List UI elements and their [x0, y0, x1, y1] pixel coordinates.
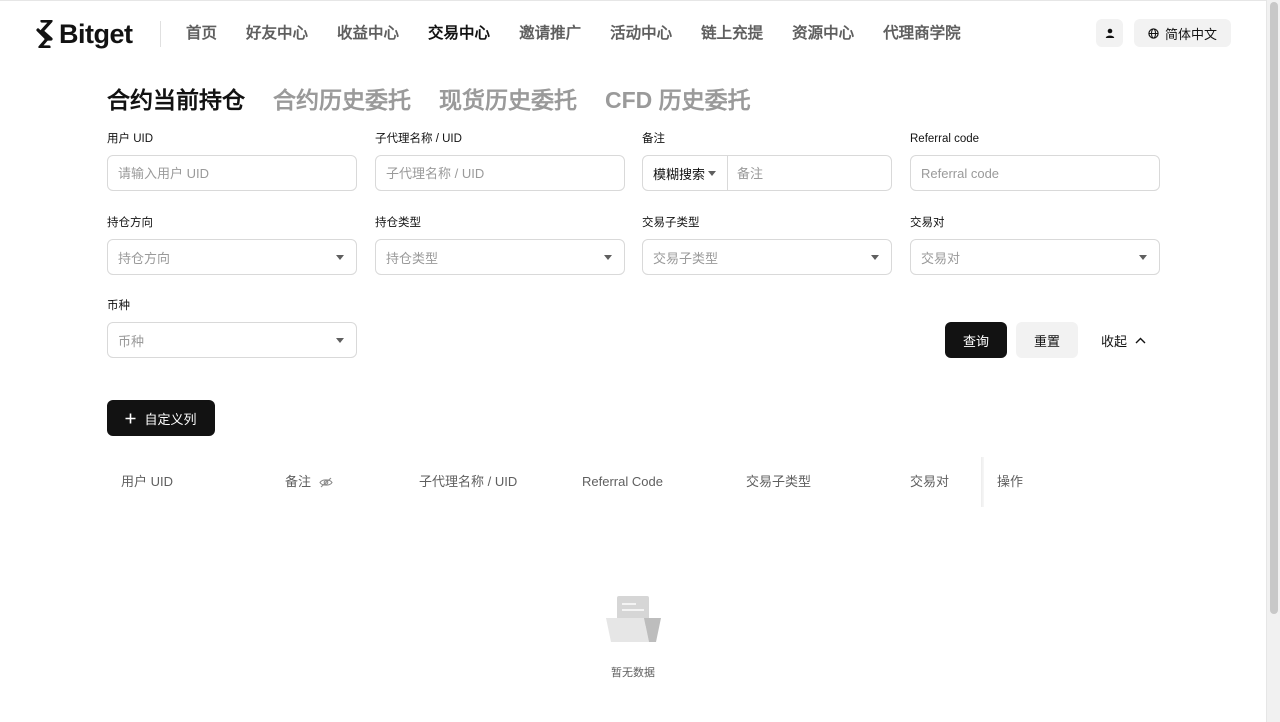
chevron-up-icon [1135, 337, 1146, 343]
plus-icon [125, 413, 136, 423]
position-type-label: 持仓类型 [375, 217, 421, 229]
trade-subtype-filter: 交易子类型 交易子类型 [642, 215, 892, 275]
sub-agent-input[interactable] [386, 165, 624, 181]
nav-item-onchain-deposit-withdraw[interactable]: 链上充提 [701, 21, 763, 47]
referral-code-input[interactable] [921, 165, 1159, 181]
caret-down-icon [871, 255, 879, 260]
user-account-button[interactable] [1096, 19, 1123, 47]
tab-futures-order-history[interactable]: 合约历史委托 [273, 85, 411, 115]
column-header-trade-subtype: 交易子类型 [746, 457, 811, 507]
nav-item-earnings-center[interactable]: 收益中心 [337, 21, 399, 47]
eye-hidden-icon[interactable] [319, 477, 333, 488]
nav-item-trading-center[interactable]: 交易中心 [428, 21, 490, 47]
query-button[interactable]: 查询 [945, 322, 1007, 358]
collapse-filters-button[interactable]: 收起 [1101, 322, 1146, 358]
sticky-column-shadow [981, 457, 984, 507]
nav-item-activity-center[interactable]: 活动中心 [610, 21, 672, 47]
trade-pair-placeholder: 交易对 [921, 250, 961, 266]
nav-item-friends-center[interactable]: 好友中心 [246, 21, 308, 47]
column-header-referral-code: Referral Code [582, 457, 663, 507]
tab-futures-current-positions[interactable]: 合约当前持仓 [107, 85, 245, 115]
currency-select[interactable]: 币种 [107, 322, 357, 358]
trade-pair-filter: 交易对 交易对 [910, 215, 1160, 275]
custom-columns-label: 自定义列 [144, 411, 197, 427]
top-navigation-bar: Bitget 首页 好友中心 收益中心 交易中心 邀请推广 活动中心 链上充提 … [0, 0, 1266, 66]
caret-down-icon [604, 255, 612, 260]
collapse-label: 收起 [1101, 333, 1128, 349]
user-uid-input-box [107, 155, 357, 191]
bitget-logo-icon [36, 20, 53, 48]
user-uid-label: 用户 UID [107, 133, 153, 145]
empty-state-text: 暂无数据 [611, 667, 655, 679]
trade-pair-select[interactable]: 交易对 [910, 239, 1160, 275]
remark-search-mode-value: 模糊搜索 [653, 166, 706, 182]
currency-placeholder: 币种 [118, 333, 145, 349]
column-header-user-uid: 用户 UID [121, 457, 173, 507]
tab-cfd-order-history[interactable]: CFD 历史委托 [605, 85, 751, 115]
position-side-label: 持仓方向 [107, 217, 153, 229]
column-header-label: 操作 [997, 474, 1024, 489]
caret-down-icon [708, 171, 716, 176]
page-scrollbar[interactable] [1266, 0, 1280, 722]
trade-pair-label: 交易对 [910, 217, 945, 229]
position-side-placeholder: 持仓方向 [118, 250, 171, 266]
reset-button[interactable]: 重置 [1016, 322, 1078, 358]
position-side-filter: 持仓方向 持仓方向 [107, 215, 357, 275]
column-header-label: 交易子类型 [746, 474, 812, 489]
sub-agent-filter: 子代理名称 / UID [375, 131, 625, 191]
custom-columns-button[interactable]: 自定义列 [107, 400, 215, 436]
remark-input[interactable] [737, 165, 891, 181]
trade-subtype-label: 交易子类型 [642, 217, 700, 229]
nav-item-agent-academy[interactable]: 代理商学院 [883, 21, 961, 47]
position-type-select[interactable]: 持仓类型 [375, 239, 625, 275]
nav-item-home[interactable]: 首页 [186, 21, 217, 47]
caret-down-icon [336, 338, 344, 343]
empty-data-icon [604, 594, 662, 649]
user-uid-input[interactable] [118, 165, 356, 181]
user-uid-filter: 用户 UID [107, 131, 357, 191]
referral-code-label: Referral code [910, 133, 980, 145]
language-label: 简体中文 [1164, 26, 1217, 42]
position-type-filter: 持仓类型 持仓类型 [375, 215, 625, 275]
bitget-logo[interactable]: Bitget [35, 18, 133, 50]
column-header-label: Referral Code [582, 474, 663, 489]
table-header: 用户 UID 备注 子代理名称 / UID Referral Code 交易子类… [107, 457, 1160, 507]
nav-divider [160, 21, 161, 47]
tab-spot-order-history[interactable]: 现货历史委托 [439, 85, 577, 115]
column-header-label: 交易对 [910, 474, 950, 489]
caret-down-icon [336, 255, 344, 260]
referral-code-input-box [910, 155, 1160, 191]
brand-name: Bitget [59, 18, 133, 49]
currency-label: 币种 [107, 300, 130, 312]
globe-icon [1148, 27, 1159, 39]
nav-item-invite-promotion[interactable]: 邀请推广 [519, 21, 581, 47]
sub-agent-input-box [375, 155, 625, 191]
position-side-select[interactable]: 持仓方向 [107, 239, 357, 275]
remark-search-mode-select[interactable]: 模糊搜索 [643, 156, 728, 190]
column-header-label: 子代理名称 / UID [419, 474, 518, 489]
remark-filter: 备注 模糊搜索 [642, 131, 892, 191]
remark-input-box: 模糊搜索 [642, 155, 892, 191]
trade-subtype-select[interactable]: 交易子类型 [642, 239, 892, 275]
trade-subtype-placeholder: 交易子类型 [653, 250, 719, 266]
remark-label: 备注 [642, 133, 665, 145]
column-header-label: 备注 [285, 474, 312, 489]
column-header-remark: 备注 [285, 457, 333, 507]
position-type-placeholder: 持仓类型 [386, 250, 439, 266]
sub-agent-label: 子代理名称 / UID [375, 133, 462, 145]
scrollbar-thumb[interactable] [1270, 2, 1278, 614]
currency-filter: 币种 币种 [107, 298, 357, 358]
user-icon [1105, 28, 1114, 38]
column-header-trade-pair: 交易对 [910, 457, 949, 507]
main-nav: 首页 好友中心 收益中心 交易中心 邀请推广 活动中心 链上充提 资源中心 代理… [186, 21, 990, 47]
column-header-actions: 操作 [997, 457, 1023, 507]
language-switch-button[interactable]: 简体中文 [1134, 19, 1231, 47]
nav-item-resource-center[interactable]: 资源中心 [792, 21, 854, 47]
column-header-label: 用户 UID [121, 474, 174, 489]
record-tabs: 合约当前持仓 合约历史委托 现货历史委托 CFD 历史委托 [107, 85, 779, 115]
caret-down-icon [1139, 255, 1147, 260]
referral-code-filter: Referral code [910, 131, 1160, 191]
column-header-sub-agent: 子代理名称 / UID [419, 457, 517, 507]
